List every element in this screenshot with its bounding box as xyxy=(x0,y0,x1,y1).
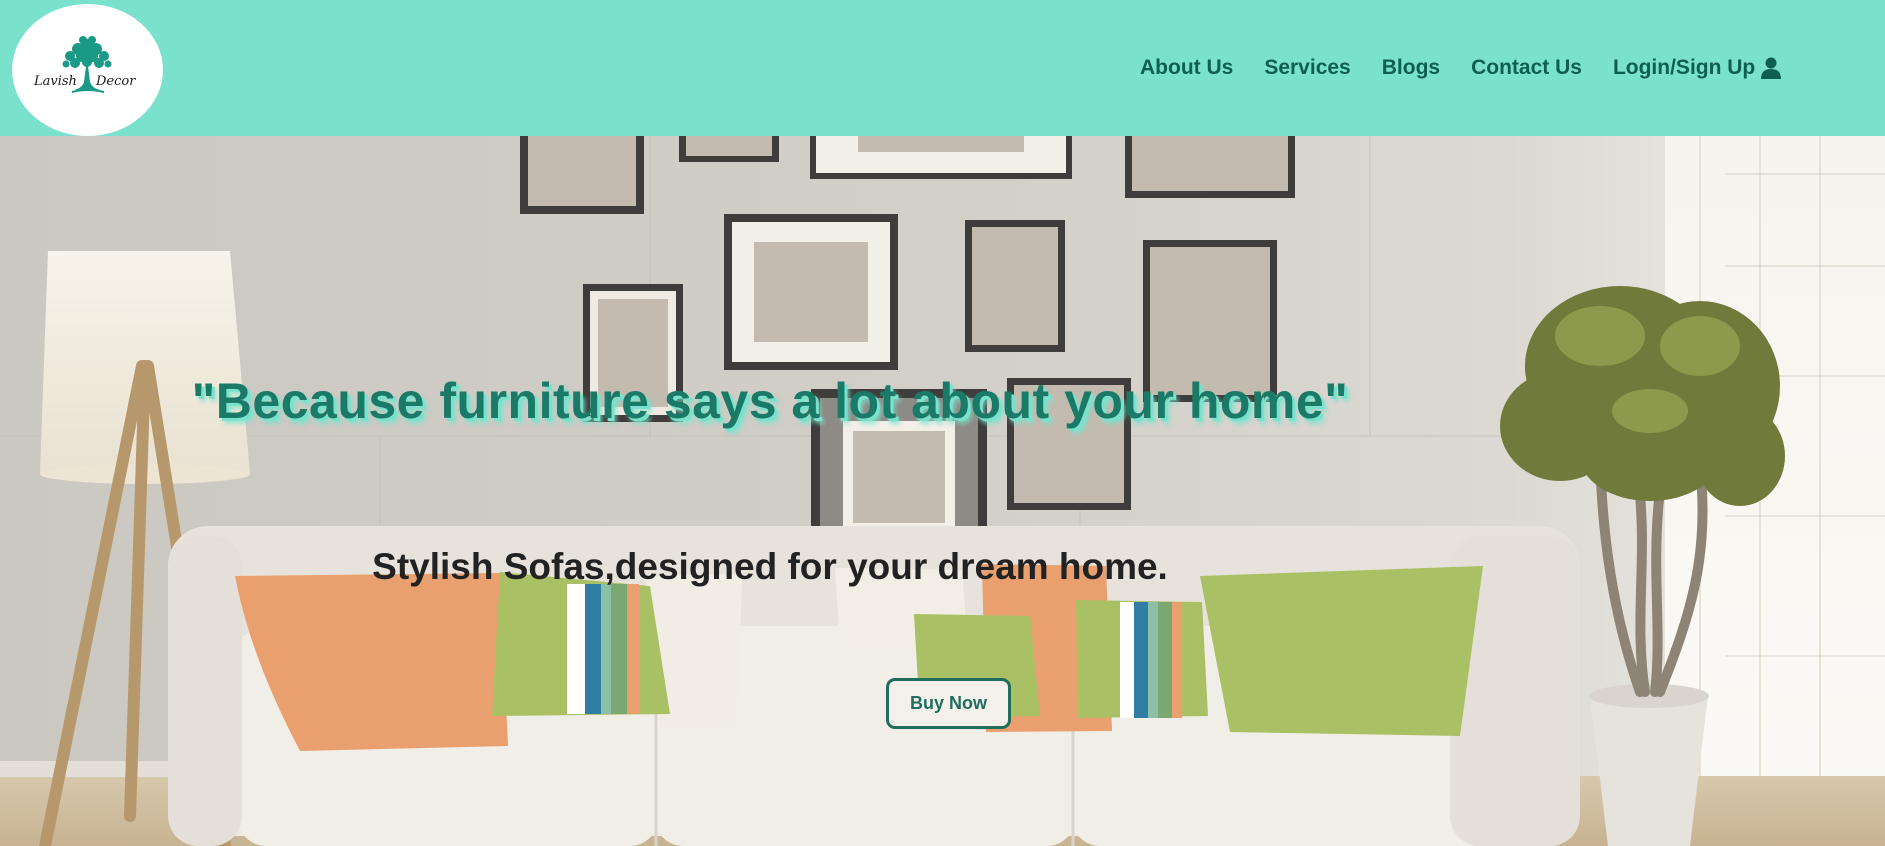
main-nav: About Us Services Blogs Contact Us Login… xyxy=(1140,56,1782,80)
nav-about-us-label: About Us xyxy=(1140,56,1234,79)
nav-login-signup-label: Login/Sign Up xyxy=(1612,56,1756,79)
hero-tagline: Stylish Sofas,designed for your dream ho… xyxy=(372,546,1168,587)
navbar: Lavish Decor About Us Services Blogs Con… xyxy=(0,0,1885,136)
logo-text-decor: Decor xyxy=(96,74,136,89)
nav-about-us[interactable]: About Us xyxy=(1140,56,1233,80)
buy-now-button[interactable]: Buy Now xyxy=(886,678,1011,729)
nav-blogs[interactable]: Blogs xyxy=(1382,56,1440,80)
tree-icon xyxy=(62,36,112,93)
nav-services-label: Services xyxy=(1264,56,1351,79)
nav-services[interactable]: Services xyxy=(1264,56,1350,80)
hero-headline: "Because furniture says a lot about your… xyxy=(191,373,1349,429)
nav-blogs-label: Blogs xyxy=(1381,56,1441,79)
hero-section: "Because furniture says a lot about your… xyxy=(0,136,1885,846)
nav-contact-us-label: Contact Us xyxy=(1471,56,1582,79)
nav-login-signup[interactable]: Login/Sign Up xyxy=(1612,56,1782,80)
logo-text-lavish: Lavish xyxy=(34,74,77,89)
logo[interactable]: Lavish Decor xyxy=(12,4,163,136)
user-icon xyxy=(1761,57,1782,79)
living-room-background-image xyxy=(0,136,1885,846)
nav-contact-us[interactable]: Contact Us xyxy=(1471,56,1582,80)
